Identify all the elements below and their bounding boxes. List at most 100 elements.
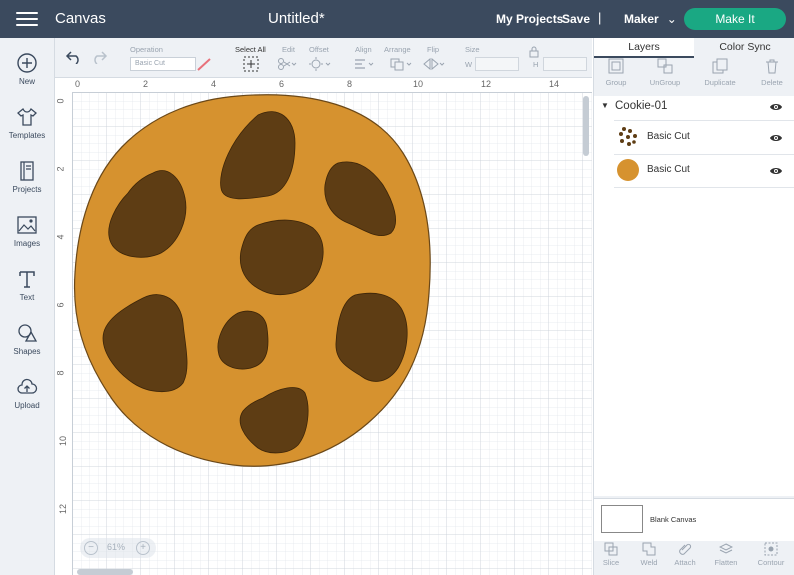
pen-icon[interactable]: [196, 57, 212, 71]
duplicate-button[interactable]: Duplicate: [700, 58, 740, 87]
ungroup-icon: [657, 58, 673, 74]
make-it-button[interactable]: Make It: [684, 8, 786, 30]
tool-templates-label: Templates: [8, 131, 46, 140]
ruler-left-tick: 4: [55, 234, 66, 240]
flatten-button[interactable]: Flatten: [707, 542, 745, 567]
ruler-left: 0 2 4 6 8 10 12: [55, 92, 73, 575]
layer-row[interactable]: Basic Cut: [614, 120, 794, 155]
cloud-upload-icon: [17, 378, 38, 394]
align-label: Align: [355, 45, 372, 54]
height-input[interactable]: [543, 57, 587, 71]
lock-icon[interactable]: [529, 46, 539, 58]
paperclip-icon: [679, 543, 692, 555]
zoom-out-button[interactable]: −: [84, 541, 98, 555]
tool-templates[interactable]: Templates: [0, 106, 54, 140]
ungroup-label: UnGroup: [649, 78, 681, 87]
select-all-icon[interactable]: [243, 56, 259, 72]
group-label: Group: [605, 78, 627, 87]
height-label: H: [533, 60, 539, 69]
weld-icon: [642, 542, 656, 556]
layer-name: Basic Cut: [647, 131, 690, 142]
layer-thumbnail-chips: [619, 127, 637, 146]
bottom-tools: Slice Weld Attach Flatten Contour: [594, 538, 794, 575]
ruler-left-tick: 10: [58, 435, 69, 447]
ruler-top-tick: 10: [413, 79, 424, 89]
my-projects-link[interactable]: My Projects: [496, 12, 563, 26]
document-title[interactable]: Untitled*: [268, 10, 325, 27]
book-icon: [20, 161, 34, 181]
weld-label: Weld: [640, 558, 658, 567]
edit-options-bar: Operation Basic Cut Select All Edit Offs…: [55, 38, 592, 78]
hamburger-menu-icon[interactable]: [16, 12, 38, 26]
header-separator: |: [598, 10, 602, 25]
tool-images-label: Images: [13, 239, 41, 248]
arrange-icon[interactable]: [389, 57, 413, 71]
layer-group-name: Cookie-01: [615, 100, 668, 112]
group-button[interactable]: Group: [596, 58, 636, 87]
contour-icon: [764, 542, 778, 556]
eye-icon[interactable]: [769, 133, 783, 143]
plus-circle-icon: [17, 53, 37, 73]
contour-button[interactable]: Contour: [752, 542, 790, 567]
width-input[interactable]: [475, 57, 519, 71]
weld-button[interactable]: Weld: [630, 542, 668, 567]
left-toolbar: New Templates Projects Images Text Shape…: [0, 38, 55, 575]
flip-icon[interactable]: [421, 57, 445, 71]
vertical-scrollbar[interactable]: [583, 96, 589, 156]
align-icon[interactable]: [353, 57, 375, 71]
operation-select[interactable]: Basic Cut: [130, 57, 196, 71]
attach-label: Attach: [674, 558, 696, 567]
eye-icon[interactable]: [769, 102, 783, 112]
ruler-left-tick: 8: [55, 370, 66, 376]
tool-projects[interactable]: Projects: [0, 160, 54, 194]
tool-text[interactable]: Text: [0, 268, 54, 302]
select-all-label: Select All: [235, 45, 266, 54]
layers-panel: Layers Color Sync Group UnGroup Duplicat…: [593, 38, 794, 575]
caret-down-icon[interactable]: ▼: [601, 101, 609, 110]
blank-canvas-label: Blank Canvas: [650, 515, 697, 524]
tool-new[interactable]: New: [0, 52, 54, 86]
zoom-control: − 61% +: [80, 538, 156, 558]
save-button[interactable]: Save: [562, 12, 590, 26]
blank-canvas-row[interactable]: Blank Canvas: [594, 498, 794, 541]
tool-images[interactable]: Images: [0, 214, 54, 248]
tab-layers[interactable]: Layers: [594, 38, 694, 58]
flip-label: Flip: [427, 45, 440, 54]
text-t-icon: [19, 271, 35, 288]
tool-shapes[interactable]: Shapes: [0, 322, 54, 356]
redo-icon[interactable]: [90, 50, 108, 64]
arrange-label: Arrange: [384, 45, 411, 54]
tab-color-sync[interactable]: Color Sync: [695, 38, 794, 56]
ruler-top-tick: 14: [549, 79, 560, 89]
tool-upload-label: Upload: [14, 401, 40, 410]
edit-label: Edit: [282, 45, 295, 54]
layer-group-row[interactable]: ▼ Cookie-01: [594, 96, 794, 118]
tool-text-label: Text: [19, 293, 35, 302]
tool-shapes-label: Shapes: [13, 347, 41, 356]
slice-button[interactable]: Slice: [592, 542, 630, 567]
zoom-in-button[interactable]: +: [136, 541, 150, 555]
offset-icon[interactable]: [309, 57, 331, 71]
horizontal-scrollbar[interactable]: [77, 569, 133, 575]
delete-button[interactable]: Delete: [752, 58, 792, 87]
edit-icon[interactable]: [277, 57, 297, 71]
ruler-top: 0 2 4 6 8 10 12 14: [55, 78, 592, 93]
tool-upload[interactable]: Upload: [0, 376, 54, 410]
layer-name: Basic Cut: [647, 164, 690, 175]
ruler-left-tick: 12: [58, 503, 69, 515]
ruler-top-tick: 12: [481, 79, 492, 89]
chocolate-chip: [239, 219, 324, 296]
tool-projects-label: Projects: [12, 185, 42, 194]
blank-canvas-swatch[interactable]: [601, 505, 643, 533]
layer-row[interactable]: Basic Cut: [614, 154, 794, 188]
machine-select[interactable]: Maker ⌄: [624, 12, 677, 26]
ungroup-button[interactable]: UnGroup: [645, 58, 685, 87]
design-canvas[interactable]: 0 2 4 6 8 10 12 14 0 2 4 6 8 10 12: [55, 78, 592, 575]
ruler-top-tick: 0: [75, 79, 81, 89]
undo-icon[interactable]: [65, 50, 83, 64]
ruler-top-tick: 4: [211, 79, 217, 89]
eye-icon[interactable]: [769, 166, 783, 176]
attach-button[interactable]: Attach: [666, 542, 704, 567]
cookie-design[interactable]: [73, 94, 431, 467]
tool-new-label: New: [18, 77, 35, 86]
